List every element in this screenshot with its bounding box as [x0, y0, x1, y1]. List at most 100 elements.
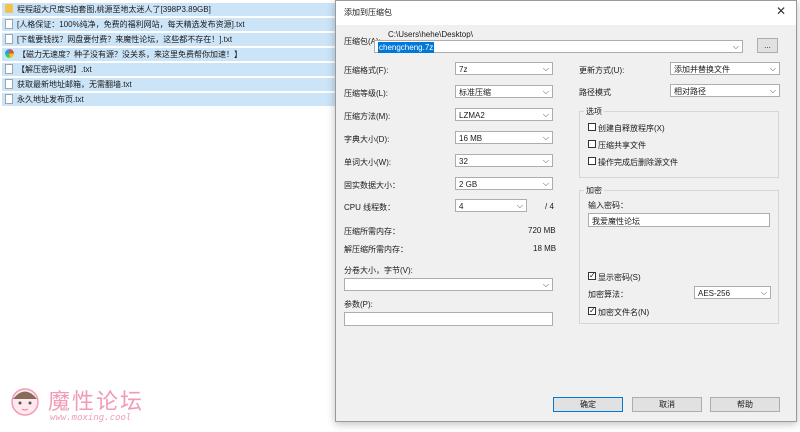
chevron-down-icon: ⌵ — [542, 64, 549, 73]
browser-shortcut-icon — [5, 49, 14, 59]
encryption-method-value: AES-256 — [698, 289, 731, 298]
text-file-icon — [5, 78, 13, 89]
chevron-down-icon: ⌵ — [760, 288, 767, 297]
decompress-memory-value: 18 MB — [533, 244, 557, 253]
encryption-title: 加密 — [584, 185, 604, 196]
update-mode-label: 更新方式(U): — [579, 66, 625, 75]
folder-icon — [5, 4, 13, 14]
parameters-label: 参数(P): — [344, 300, 373, 309]
encrypt-names-label: 加密文件名(N) — [598, 308, 650, 317]
file-name: 永久地址发布页.txt — [17, 95, 84, 104]
text-file-icon — [5, 33, 13, 44]
solid-block-label: 固实数据大小： — [344, 181, 400, 190]
update-mode-value: 添加并替换文件 — [674, 65, 730, 74]
format-label: 压缩格式(F): — [344, 66, 389, 75]
encryption-method-select[interactable]: AES-256 ⌵ — [694, 286, 771, 299]
method-value: LZMA2 — [459, 111, 485, 120]
dictionary-size-value: 16 MB — [459, 134, 483, 143]
split-size-label: 分卷大小，字节(V): — [344, 266, 413, 275]
word-size-value: 32 — [459, 157, 468, 166]
encryption-method-label: 加密算法： — [588, 290, 628, 299]
title-bar: 添加到压缩包 ✕ — [336, 1, 796, 25]
path-mode-value: 相对路径 — [674, 87, 706, 96]
options-title: 选项 — [584, 106, 604, 117]
compress-memory-label: 压缩所需内存： — [344, 227, 400, 236]
cpu-threads-total: / 4 — [545, 202, 554, 211]
close-icon[interactable]: ✕ — [776, 4, 786, 18]
compress-memory-value: 720 MB — [528, 226, 556, 235]
delete-source-checkbox[interactable] — [588, 157, 596, 165]
shared-files-label: 压缩共享文件 — [598, 141, 646, 150]
solid-block-select[interactable]: 2 GB ⌵ — [455, 177, 553, 190]
text-file-icon — [5, 63, 13, 74]
parameters-input[interactable] — [344, 312, 553, 326]
cpu-threads-select[interactable]: 4 ⌵ — [455, 199, 527, 212]
update-mode-select[interactable]: 添加并替换文件 ⌵ — [670, 62, 780, 75]
file-row[interactable]: 获取最新地址邮箱，无需翻墙.txt — [2, 78, 338, 91]
split-size-select[interactable]: ⌵ — [344, 278, 553, 291]
word-size-label: 单词大小(W): — [344, 158, 392, 167]
path-mode-select[interactable]: 相对路径 ⌵ — [670, 84, 780, 97]
level-select[interactable]: 标准压缩 ⌵ — [455, 85, 553, 98]
help-button[interactable]: 帮助 — [710, 397, 780, 412]
word-size-select[interactable]: 32 ⌵ — [455, 154, 553, 167]
method-select[interactable]: LZMA2 ⌵ — [455, 108, 553, 121]
format-select[interactable]: 7z ⌵ — [455, 62, 553, 75]
archive-name-field[interactable]: chengcheng.7z ⌵ — [374, 40, 743, 53]
file-row[interactable]: 永久地址发布页.txt — [2, 93, 338, 106]
password-label: 输入密码： — [588, 201, 628, 210]
file-row[interactable]: [人格保证：100%纯净，免费的福利网站，每天精选发布资源].txt — [2, 18, 338, 31]
archive-name-value: chengcheng.7z — [378, 42, 435, 53]
watermark-brand: 魔性论坛 — [48, 390, 145, 415]
sfx-label: 创建自释放程序(X) — [598, 124, 665, 133]
file-row[interactable]: 【磁力无速度？种子没有源？没关系，来这里免费帮你加速！】 — [2, 48, 338, 61]
level-label: 压缩等级(L): — [344, 89, 388, 98]
file-name: [下载要钱找？网盘要付费？来魔性论坛，这些都不存在！].txt — [17, 35, 233, 44]
ok-button[interactable]: 确定 — [553, 397, 623, 412]
dictionary-size-select[interactable]: 16 MB ⌵ — [455, 131, 553, 144]
file-name: 程程超大尺度S拍套图,桃源至地太迷人了[398P3.89GB] — [17, 5, 211, 14]
shared-files-checkbox[interactable] — [588, 140, 596, 148]
text-file-icon — [5, 18, 13, 29]
file-row[interactable]: [下载要钱找？网盘要付费？来魔性论坛，这些都不存在！].txt — [2, 33, 338, 46]
method-label: 压缩方法(M): — [344, 112, 391, 121]
cpu-threads-value: 4 — [459, 202, 464, 211]
sfx-checkbox[interactable] — [588, 123, 596, 131]
text-file-icon — [5, 93, 13, 104]
cpu-threads-label: CPU 线程数： — [344, 203, 396, 212]
file-row[interactable]: 【解压密码说明】.txt — [2, 63, 338, 76]
password-input[interactable]: 我爱魔性论坛 — [588, 213, 770, 227]
cancel-button[interactable]: 取消 — [632, 397, 702, 412]
password-value: 我爱魔性论坛 — [592, 217, 640, 226]
show-password-label: 显示密码(S) — [598, 273, 641, 282]
chevron-down-icon: ⌵ — [542, 110, 549, 119]
chevron-down-icon: ⌵ — [542, 156, 549, 165]
decompress-memory-label: 解压缩所需内存： — [344, 245, 408, 254]
encrypt-names-checkbox[interactable]: ✓ — [588, 307, 596, 315]
dictionary-size-label: 字典大小(D): — [344, 135, 390, 144]
path-mode-label: 路径模式 — [579, 88, 611, 97]
chevron-down-icon: ⌵ — [542, 133, 549, 142]
file-name: 【解压密码说明】.txt — [17, 65, 92, 74]
file-row[interactable]: 程程超大尺度S拍套图,桃源至地太迷人了[398P3.89GB] — [2, 3, 338, 16]
chevron-down-icon[interactable]: ⌵ — [733, 41, 739, 53]
dialog-title: 添加到压缩包 — [344, 8, 392, 17]
file-name: 【磁力无速度？种子没有源？没关系，来这里免费帮你加速！】 — [18, 50, 242, 59]
watermark: 魔性论坛 www.moxing.cool — [8, 382, 168, 428]
chevron-down-icon: ⌵ — [516, 201, 523, 210]
chevron-down-icon: ⌵ — [769, 86, 776, 95]
solid-block-value: 2 GB — [459, 180, 478, 189]
file-name: 获取最新地址邮箱，无需翻墙.txt — [17, 80, 132, 89]
chevron-down-icon: ⌵ — [542, 280, 549, 289]
add-to-archive-dialog: 添加到压缩包 ✕ 压缩包(A): C:\Users\hehe\Desktop\ … — [335, 0, 797, 422]
delete-source-label: 操作完成后删除源文件 — [598, 158, 678, 167]
mascot-icon — [11, 388, 39, 416]
format-value: 7z — [459, 65, 468, 74]
browse-button[interactable]: ... — [757, 38, 778, 53]
level-value: 标准压缩 — [459, 88, 491, 97]
chevron-down-icon: ⌵ — [542, 87, 549, 96]
file-name: [人格保证：100%纯净，免费的福利网站，每天精选发布资源].txt — [17, 20, 245, 29]
chevron-down-icon: ⌵ — [542, 179, 549, 188]
show-password-checkbox[interactable]: ✓ — [588, 272, 596, 280]
watermark-url: www.moxing.cool — [50, 413, 132, 423]
